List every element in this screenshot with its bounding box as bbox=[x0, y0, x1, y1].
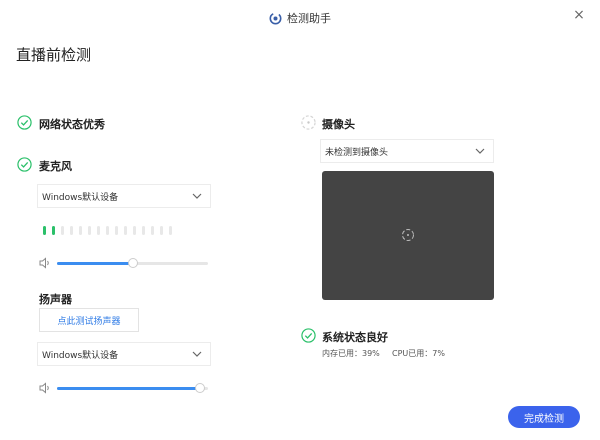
microphone-ok-icon bbox=[17, 157, 32, 172]
page-title: 直播前检测 bbox=[16, 46, 92, 64]
level-bar bbox=[169, 226, 172, 235]
slider-fill bbox=[57, 262, 133, 265]
level-bar bbox=[160, 226, 163, 235]
camera-label: 摄像头 bbox=[322, 118, 355, 131]
camera-device-select[interactable]: 未检测到摄像头 bbox=[320, 139, 494, 163]
slider-fill bbox=[57, 387, 201, 390]
level-bar bbox=[79, 226, 82, 235]
camera-device-value: 未检测到摄像头 bbox=[325, 147, 389, 158]
network-ok-icon bbox=[17, 115, 32, 130]
level-bar bbox=[142, 226, 145, 235]
chevron-down-icon bbox=[475, 148, 485, 154]
app-logo-icon bbox=[269, 12, 282, 24]
speaker-device-select[interactable]: Windows默认设备 bbox=[37, 342, 211, 366]
microphone-device-value: Windows默认设备 bbox=[42, 192, 119, 203]
system-ok-icon bbox=[301, 328, 316, 343]
microphone-volume-slider[interactable] bbox=[57, 258, 208, 268]
level-bar bbox=[133, 226, 136, 235]
level-bar bbox=[43, 226, 46, 235]
test-speaker-button[interactable]: 点此测试扬声器 bbox=[39, 308, 139, 332]
speaker-volume-icon bbox=[39, 257, 49, 269]
speaker-device-value: Windows默认设备 bbox=[42, 350, 119, 361]
loading-spinner-icon bbox=[402, 229, 414, 241]
level-bar bbox=[88, 226, 91, 235]
level-bar bbox=[70, 226, 73, 235]
level-bar bbox=[115, 226, 118, 235]
speaker-label: 扬声器 bbox=[39, 293, 72, 306]
level-bar bbox=[124, 226, 127, 235]
finish-check-button[interactable]: 完成检测 bbox=[508, 406, 580, 428]
level-bar bbox=[61, 226, 64, 235]
microphone-label: 麦克风 bbox=[39, 160, 72, 173]
memory-usage: 内存已用：39% bbox=[322, 349, 380, 358]
camera-loading-icon bbox=[301, 115, 316, 130]
network-status-label: 网络状态优秀 bbox=[39, 118, 105, 131]
microphone-level-meter bbox=[43, 226, 172, 235]
microphone-device-select[interactable]: Windows默认设备 bbox=[37, 184, 211, 208]
close-button[interactable]: × bbox=[570, 6, 588, 24]
chevron-down-icon bbox=[192, 351, 202, 357]
speaker-volume-icon bbox=[39, 382, 49, 394]
chevron-down-icon bbox=[192, 193, 202, 199]
speaker-volume-slider[interactable] bbox=[57, 383, 208, 393]
slider-thumb[interactable] bbox=[195, 383, 206, 393]
camera-preview bbox=[322, 171, 494, 300]
level-bar bbox=[106, 226, 109, 235]
level-bar bbox=[151, 226, 154, 235]
level-bar bbox=[97, 226, 100, 235]
window-title-text: 检测助手 bbox=[287, 12, 331, 25]
window-title: 检测助手 bbox=[0, 8, 600, 28]
system-status-label: 系统状态良好 bbox=[322, 331, 388, 344]
level-bar bbox=[52, 226, 55, 235]
slider-thumb[interactable] bbox=[127, 258, 138, 268]
cpu-usage: CPU已用：7% bbox=[392, 349, 445, 358]
